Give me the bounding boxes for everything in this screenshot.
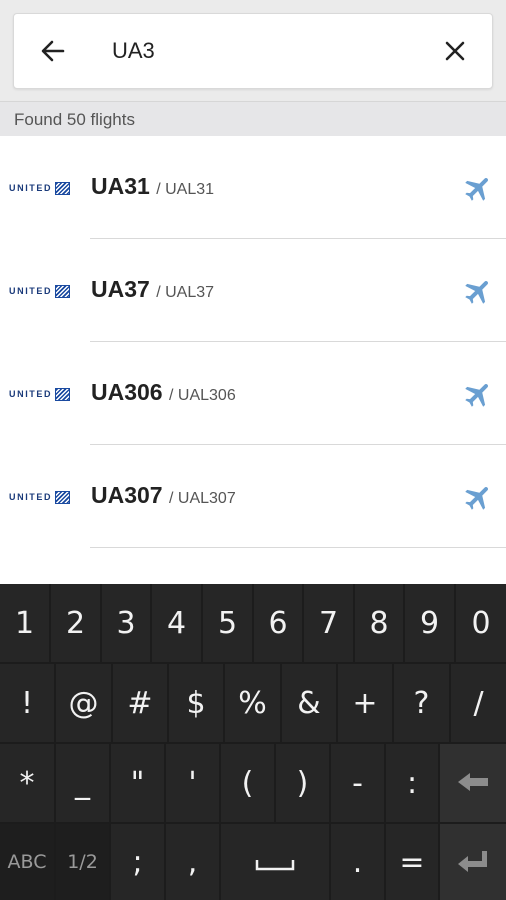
key[interactable]: &	[282, 664, 336, 742]
key[interactable]: ,	[166, 824, 219, 900]
results-count-bar: Found 50 flights	[0, 101, 506, 137]
key[interactable]: ;	[111, 824, 164, 900]
flight-code: UA307 / UAL307	[91, 482, 236, 508]
flight-code: UA306 / UAL306	[91, 379, 236, 405]
key[interactable]: 5	[203, 584, 252, 662]
flight-icao: / UAL37	[156, 284, 215, 301]
key[interactable]: 4	[152, 584, 201, 662]
key[interactable]: 3	[102, 584, 150, 662]
key[interactable]: @	[56, 664, 111, 742]
united-globe-icon	[55, 387, 71, 401]
united-globe-icon	[55, 181, 71, 195]
flight-row[interactable]: UNITED UA306 / UAL306	[0, 342, 506, 445]
key[interactable]: (	[221, 744, 274, 822]
search-box[interactable]: UA3	[13, 13, 493, 89]
row-divider	[90, 547, 506, 548]
airplane-icon	[462, 481, 494, 513]
space-key[interactable]	[221, 824, 329, 900]
flight-icao: / UAL306	[169, 387, 236, 404]
united-globe-icon	[55, 490, 71, 504]
flight-list: UNITED UA31 / UAL31 UNITED UA37 / UAL37 …	[0, 136, 506, 584]
key[interactable]: "	[111, 744, 164, 822]
key[interactable]: !	[0, 664, 54, 742]
key[interactable]: :	[386, 744, 438, 822]
key[interactable]: _	[56, 744, 109, 822]
airplane-icon	[462, 275, 494, 307]
united-globe-icon	[55, 284, 71, 298]
united-logo: UNITED	[9, 284, 71, 298]
united-logo: UNITED	[9, 181, 71, 195]
key[interactable]: #	[113, 664, 167, 742]
top-bar: UA3	[0, 0, 506, 100]
backspace-key[interactable]	[440, 744, 506, 822]
key[interactable]: =	[386, 824, 438, 900]
airplane-icon	[462, 172, 494, 204]
abc-key[interactable]: ABC	[0, 824, 54, 900]
results-count-text: Found 50 flights	[14, 110, 135, 129]
key[interactable]: *	[0, 744, 54, 822]
united-logo: UNITED	[9, 490, 71, 504]
key[interactable]: )	[276, 744, 329, 822]
key[interactable]: /	[451, 664, 506, 742]
key[interactable]: $	[169, 664, 223, 742]
keyboard: 1 2 3 4 5 6 7 8 9 0 ! @ # $ % & + ? / * …	[0, 584, 506, 900]
key[interactable]: '	[166, 744, 219, 822]
key[interactable]: .	[331, 824, 384, 900]
key[interactable]: 6	[254, 584, 302, 662]
close-icon[interactable]	[440, 36, 470, 66]
key[interactable]: ?	[394, 664, 449, 742]
flight-row[interactable]: UNITED UA37 / UAL37	[0, 239, 506, 342]
flight-row[interactable]: UNITED UA31 / UAL31	[0, 136, 506, 239]
enter-key[interactable]	[440, 824, 506, 900]
key[interactable]: 8	[355, 584, 403, 662]
arrow-left-icon[interactable]	[38, 36, 68, 66]
flight-icao: / UAL307	[169, 490, 236, 507]
key[interactable]: 2	[51, 584, 100, 662]
key[interactable]: 9	[405, 584, 454, 662]
key[interactable]: 0	[456, 584, 506, 662]
key[interactable]: %	[225, 664, 280, 742]
key[interactable]: -	[331, 744, 384, 822]
key[interactable]: 7	[304, 584, 353, 662]
page-key[interactable]: 1/2	[56, 824, 109, 900]
key[interactable]: +	[338, 664, 392, 742]
key[interactable]: 1	[0, 584, 49, 662]
space-icon	[255, 845, 295, 880]
united-logo: UNITED	[9, 387, 71, 401]
flight-row[interactable]: UNITED UA307 / UAL307	[0, 445, 506, 548]
airplane-icon	[462, 378, 494, 410]
flight-code: UA37 / UAL37	[91, 276, 215, 302]
flight-code: UA31 / UAL31	[91, 173, 215, 199]
backspace-icon	[456, 766, 490, 801]
enter-icon	[456, 845, 490, 880]
search-input[interactable]: UA3	[112, 38, 155, 64]
flight-icao: / UAL31	[156, 181, 215, 198]
